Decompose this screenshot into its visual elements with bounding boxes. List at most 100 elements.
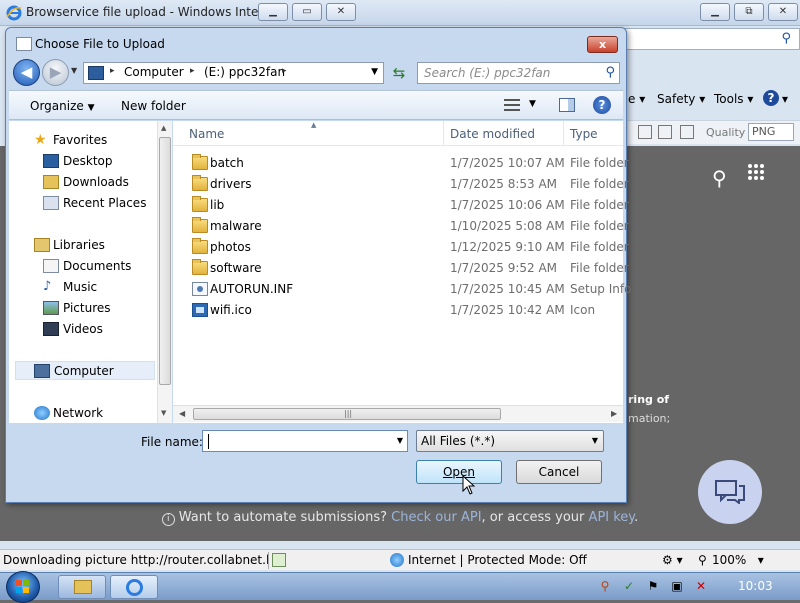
nav-documents[interactable]: Documents — [9, 257, 159, 276]
file-row[interactable]: drivers 1/7/2025 8:53 AM File folder — [173, 174, 629, 195]
zoom-level[interactable]: ⚲ 100% ▾ — [698, 553, 764, 567]
magnifier-icon[interactable]: ⚲ — [598, 579, 612, 593]
apps-grid-icon[interactable] — [748, 164, 764, 180]
breadcrumb-computer[interactable]: Computer — [124, 65, 184, 79]
action-center-flag-icon[interactable]: ⚑ — [646, 579, 660, 593]
nav-network[interactable]: Network — [9, 404, 159, 423]
nav-music[interactable]: ♪ Music — [9, 278, 159, 297]
copy-icon[interactable] — [658, 125, 672, 139]
file-row[interactable]: batch 1/7/2025 10:07 AM File folder — [173, 153, 629, 174]
breadcrumb-arrow-icon[interactable]: ▸ — [190, 66, 195, 76]
file-name-combo[interactable]: ▼ — [202, 430, 408, 452]
help-icon[interactable]: ? — [593, 96, 611, 114]
dialog-close-button[interactable]: x — [587, 36, 618, 53]
file-row[interactable]: malware 1/10/2025 5:08 AM File folder — [173, 216, 629, 237]
security-zone[interactable]: Internet | Protected Mode: Off — [408, 553, 587, 567]
new-folder-button[interactable]: New folder — [121, 99, 186, 113]
safety-menu[interactable]: Safety ▾ — [657, 92, 705, 106]
nav-libraries[interactable]: Libraries — [9, 236, 159, 255]
open-button[interactable]: Open — [416, 460, 502, 484]
help-icon[interactable]: ? — [763, 90, 779, 106]
check-api-link[interactable]: Check our API — [391, 510, 481, 525]
address-dropdown-icon[interactable]: ▼ — [371, 67, 378, 77]
search-icon[interactable]: ⚲ — [712, 166, 727, 190]
volume-muted-icon[interactable]: ✕ — [694, 579, 708, 593]
scroll-down-icon[interactable]: ▼ — [161, 409, 166, 417]
scroll-left-icon[interactable]: ◀ — [179, 409, 185, 418]
column-name[interactable]: Name — [189, 127, 224, 141]
file-row[interactable]: software 1/7/2025 9:52 AM File folder — [173, 258, 629, 279]
navigation-scrollbar-thumb[interactable] — [159, 137, 171, 385]
file-row[interactable]: photos 1/12/2025 9:10 AM File folder — [173, 237, 629, 258]
breadcrumb-drive[interactable]: (E:) ppc32fan — [204, 65, 285, 79]
folder-icon — [192, 238, 208, 254]
search-icon[interactable]: ⚲ — [781, 31, 791, 46]
column-divider[interactable] — [443, 121, 444, 146]
nav-pictures-label: Pictures — [63, 301, 111, 315]
page-menu-fragment[interactable]: e ▾ — [628, 92, 645, 106]
close-icon: ✕ — [778, 6, 788, 17]
page-heading-fragment: ring of — [628, 393, 670, 406]
navigation-scrollbar[interactable]: ▲ ▼ — [157, 121, 172, 423]
ie-minimize-button-2[interactable]: ▁ — [700, 3, 730, 21]
back-button[interactable]: ◀ — [13, 59, 40, 86]
preview-pane-icon[interactable] — [559, 98, 575, 112]
protected-mode-icon[interactable]: ⚙ ▾ — [662, 553, 683, 567]
search-input[interactable] — [422, 65, 592, 81]
scroll-right-icon[interactable]: ▶ — [611, 409, 617, 418]
file-row[interactable]: wifi.ico 1/7/2025 10:42 AM Icon — [173, 300, 623, 321]
recent-locations-dropdown-icon[interactable]: ▼ — [71, 66, 77, 75]
nav-favorites[interactable]: ★ Favorites — [9, 131, 159, 150]
ie-maximize-button[interactable]: ▭ — [292, 3, 322, 21]
breadcrumb-arrow-icon[interactable]: ▸ — [282, 66, 287, 76]
taskbar-ie-button[interactable] — [110, 575, 158, 599]
ie-restore-button[interactable]: ⧉ — [734, 3, 764, 21]
nav-desktop[interactable]: Desktop — [9, 152, 159, 171]
scroll-up-icon[interactable]: ▲ — [161, 124, 166, 132]
security-shield-icon[interactable]: ✓ — [622, 579, 636, 593]
tools-menu[interactable]: Tools ▾ — [714, 92, 753, 106]
column-divider[interactable] — [563, 121, 564, 146]
address-bar[interactable]: ▸ Computer ▸ (E:) ppc32fan ▸ ▼ — [83, 62, 384, 84]
search-icon[interactable]: ⚲ — [605, 65, 615, 80]
ie-extension-toolbar: Quality PNG — [628, 120, 800, 144]
page-status-icon[interactable] — [272, 553, 286, 567]
ie-close-button[interactable]: ✕ — [326, 3, 356, 21]
column-type[interactable]: Type — [570, 127, 598, 141]
start-button[interactable] — [6, 571, 40, 603]
quality-select[interactable]: PNG — [748, 123, 794, 141]
network-icon[interactable]: ▣ — [670, 579, 684, 593]
nav-downloads[interactable]: Downloads — [9, 173, 159, 192]
file-row[interactable]: lib 1/7/2025 10:06 AM File folder — [173, 195, 629, 216]
nav-pictures[interactable]: Pictures — [9, 299, 159, 318]
organize-button[interactable]: Organize ▼ — [30, 99, 95, 113]
binoculars-icon[interactable] — [680, 125, 694, 139]
taskbar-explorer-button[interactable] — [58, 575, 106, 599]
cancel-button[interactable]: Cancel — [516, 460, 602, 484]
refresh-button[interactable]: ⇆ — [388, 62, 410, 84]
chevron-down-icon[interactable]: ▼ — [397, 436, 403, 445]
ie-close-button-2[interactable]: ✕ — [768, 3, 798, 21]
breadcrumb-arrow-icon[interactable]: ▸ — [110, 66, 115, 76]
nav-computer[interactable]: Computer — [15, 361, 155, 380]
search-box[interactable]: ⚲ — [417, 62, 620, 84]
ie-search-bar[interactable]: ⚲ — [610, 28, 800, 50]
nav-videos[interactable]: Videos — [9, 320, 159, 339]
nav-recent-places[interactable]: Recent Places — [9, 194, 159, 213]
file-name-input[interactable] — [207, 433, 387, 449]
api-key-link[interactable]: API key — [589, 510, 635, 525]
pictures-icon — [43, 301, 59, 315]
forward-button[interactable]: ▶ — [42, 59, 69, 86]
clock[interactable]: 10:03 — [738, 579, 773, 593]
help-dropdown-icon[interactable]: ▾ — [782, 92, 788, 106]
horizontal-scrollbar-thumb[interactable]: ||| — [193, 408, 501, 420]
column-date-modified[interactable]: Date modified — [450, 127, 535, 141]
ie-minimize-button[interactable]: ▁ — [258, 3, 288, 21]
page-icon[interactable] — [638, 125, 652, 139]
folder-icon — [192, 217, 208, 233]
change-view-icon[interactable] — [504, 99, 520, 111]
file-row[interactable]: AUTORUN.INF 1/7/2025 10:45 AM Setup Info — [173, 279, 631, 300]
view-options-dropdown-icon[interactable]: ▼ — [529, 99, 536, 109]
horizontal-scrollbar[interactable]: ◀ ||| ▶ — [173, 405, 623, 422]
file-type-filter[interactable]: All Files (*.*) ▼ — [416, 430, 604, 452]
